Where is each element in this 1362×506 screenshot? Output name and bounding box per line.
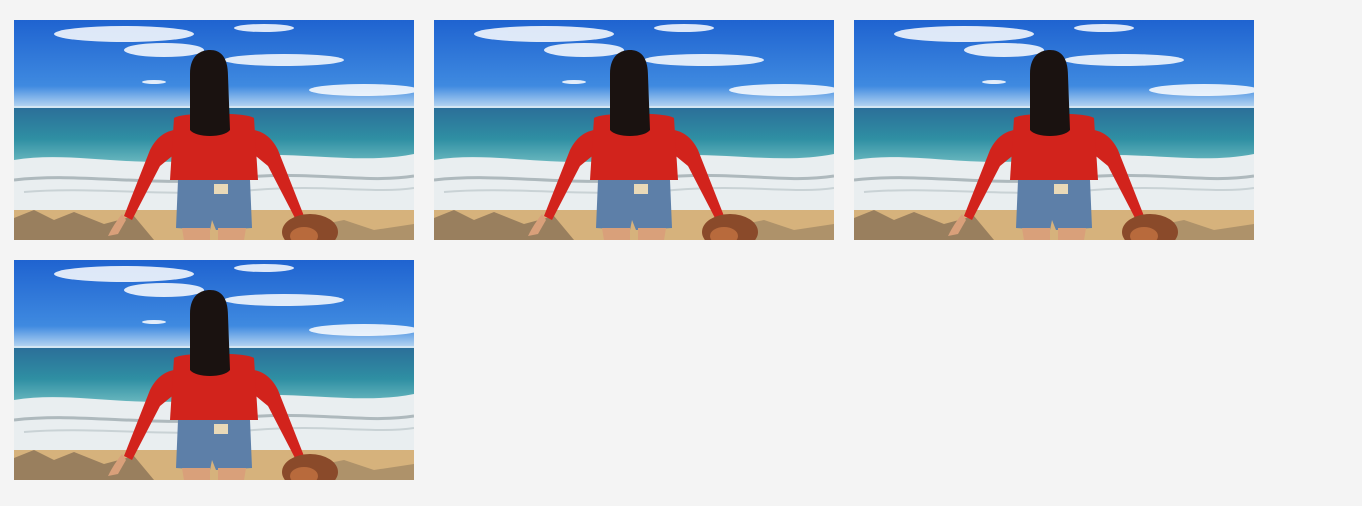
beach-photo-image <box>14 260 414 480</box>
gallery-thumbnail[interactable] <box>854 20 1254 240</box>
gallery-thumbnail[interactable] <box>434 20 834 240</box>
gallery-thumbnail[interactable] <box>14 260 414 480</box>
beach-photo-image <box>854 20 1254 240</box>
beach-photo-image <box>14 20 414 240</box>
gallery-thumbnail[interactable] <box>14 20 414 240</box>
photo-gallery <box>0 0 1362 506</box>
beach-photo-image <box>434 20 834 240</box>
